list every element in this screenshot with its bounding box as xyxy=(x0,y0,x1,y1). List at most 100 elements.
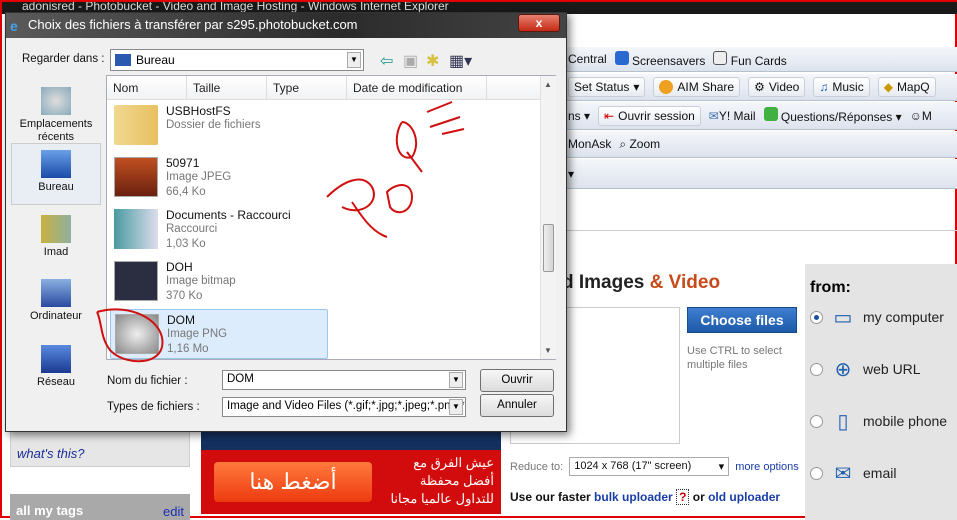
ad-click-button[interactable]: أضغط هنا xyxy=(214,462,372,502)
ie-logo-icon: e xyxy=(10,18,18,34)
toolbar-more[interactable]: ☺M xyxy=(910,109,932,123)
all-my-tags-header: all my tags edit xyxy=(10,494,190,520)
aim-share-button[interactable]: AIM Share xyxy=(653,77,741,97)
file-rows: USBHostFS Dossier de fichiers 50971 Image … xyxy=(107,101,540,359)
new-folder-icon[interactable]: ✱ xyxy=(426,51,439,71)
scrollbar-thumb[interactable] xyxy=(543,224,554,272)
laptop-icon: ▭ xyxy=(833,306,853,329)
jpeg-thumbnail xyxy=(114,157,158,197)
page-heading: d Images & Video xyxy=(562,272,721,293)
globe-icon: ⊕ xyxy=(834,358,852,381)
ask-toolbar: MonAsk ⌕ Zoom xyxy=(562,131,957,158)
cancel-button[interactable]: Annuler xyxy=(480,394,554,417)
open-button[interactable]: Ouvrir xyxy=(480,369,554,392)
column-date[interactable]: Date de modification xyxy=(347,76,487,99)
choose-files-button[interactable]: Choose files xyxy=(687,307,797,333)
filename-input[interactable]: DOM ▼ xyxy=(222,370,466,390)
view-menu-icon[interactable]: ▦▾ xyxy=(449,51,472,71)
video-button[interactable]: ⚙ Video xyxy=(748,77,806,97)
file-row[interactable]: Documents - Raccourci Raccourci 1,03 Ko xyxy=(110,205,328,255)
dialog-title: Choix des fichiers à transférer par s295… xyxy=(6,13,566,38)
filetype-select[interactable]: Image and Video Files (*.gif;*.jpg;*.jpe… xyxy=(222,397,466,417)
old-uploader-link[interactable]: old uploader xyxy=(708,490,780,504)
toolbar-link-fun-cards[interactable]: Fun Cards xyxy=(713,50,787,68)
radio-mobile-phone[interactable] xyxy=(810,414,823,428)
ad-text: عيش الفرق مع أفضل محفظة للتداول عالميا م… xyxy=(390,455,494,506)
back-arrow-icon[interactable]: ⇦ xyxy=(380,51,393,71)
links-toolbar: Central Screensavers Fun Cards xyxy=(562,47,957,72)
file-row-selected[interactable]: DOM Image PNG 1,16 Mo xyxy=(110,309,328,359)
look-in-label: Regarder dans : xyxy=(22,53,105,65)
envelope-icon: ✉ xyxy=(834,462,852,485)
film-reel-icon: ⚙ xyxy=(754,80,765,94)
network-icon xyxy=(41,345,71,373)
set-status-button[interactable]: Set Status ▾ xyxy=(568,77,646,97)
mobile-phone-icon: ▯ xyxy=(837,410,849,433)
uploader-options: Use our faster bulk uploader ? or old up… xyxy=(510,489,781,505)
sign-in-button[interactable]: ⇤ Ouvrir session xyxy=(598,105,701,126)
source-web-url[interactable]: ⊕ web URL xyxy=(810,358,921,381)
vertical-scrollbar[interactable]: ▲ ▼ xyxy=(540,76,556,359)
yahoo-toolbar: ns ▾ ⇤ Ouvrir session ✉Y! Mail Questions/… xyxy=(562,102,957,130)
close-button[interactable]: x xyxy=(518,14,560,32)
answers-button[interactable]: Questions/Réponses ▾ xyxy=(763,107,902,124)
file-open-dialog: Choix des fichiers à transférer par s295… xyxy=(5,12,567,432)
radio-my-computer[interactable] xyxy=(810,310,823,324)
recent-places-icon xyxy=(41,87,71,115)
place-network[interactable]: Réseau xyxy=(11,345,101,389)
column-name[interactable]: Nom xyxy=(107,76,187,99)
up-folder-icon[interactable]: ▣ xyxy=(403,51,418,71)
place-computer[interactable]: Ordinateur xyxy=(11,279,101,323)
ctrl-hint: Use CTRL to select multiple files xyxy=(687,345,782,371)
filetype-label: Types de fichiers : xyxy=(107,401,200,413)
toolbar-link-central[interactable]: Central xyxy=(568,52,607,66)
column-size[interactable]: Taille xyxy=(187,76,267,99)
file-row[interactable]: DOH Image bitmap 370 Ko xyxy=(110,257,328,307)
zoom-button[interactable]: ⌕ Zoom xyxy=(619,137,660,152)
reduce-select[interactable]: 1024 x 768 (17" screen) ▾ xyxy=(569,457,730,476)
place-user[interactable]: Imad xyxy=(11,215,101,259)
file-row[interactable]: USBHostFS Dossier de fichiers xyxy=(110,101,328,151)
monask-button[interactable]: MonAsk xyxy=(568,137,611,151)
yahoo-mail-button[interactable]: ✉Y! Mail xyxy=(709,109,756,123)
answers-icon xyxy=(763,107,778,121)
user-folder-icon xyxy=(41,215,71,243)
source-my-computer[interactable]: ▭ my computer xyxy=(810,306,944,329)
shortcut-icon xyxy=(114,209,158,249)
chevron-down-icon[interactable]: ▼ xyxy=(449,372,463,388)
computer-icon xyxy=(41,279,71,307)
divider xyxy=(562,230,957,231)
filename-label: Nom du fichier : xyxy=(107,375,188,387)
file-list: Nom Taille Type Date de modification USB… xyxy=(106,75,556,360)
place-desktop[interactable]: Bureau xyxy=(11,143,101,205)
radio-email[interactable] xyxy=(810,466,823,480)
music-button[interactable]: ♫ Music xyxy=(813,77,870,97)
aim-toolbar: Set Status ▾ AIM Share ⚙ Video ♫ Music ◆ Ma… xyxy=(562,74,957,101)
chevron-down-icon[interactable]: ▼ xyxy=(449,399,463,415)
smiley-icon: ☺ xyxy=(909,108,922,123)
toolbar-menu-ns[interactable]: ns ▾ xyxy=(568,109,590,123)
toolbar-row: ▾ xyxy=(562,159,957,189)
look-in-combo[interactable]: Bureau ▼ xyxy=(110,49,364,71)
source-mobile-phone[interactable]: ▯ mobile phone xyxy=(810,410,947,433)
mapquest-button[interactable]: ◆ MapQ xyxy=(877,77,936,97)
help-icon[interactable]: ? xyxy=(676,489,690,505)
scroll-up-icon[interactable]: ▲ xyxy=(544,80,552,89)
column-type[interactable]: Type xyxy=(267,76,347,99)
desktop-icon xyxy=(115,54,131,66)
png-thumbnail xyxy=(115,314,159,354)
whats-this-link[interactable]: what's this? xyxy=(17,446,85,461)
file-row[interactable]: 50971 Image JPEG 66,4 Ko xyxy=(110,153,328,203)
source-email[interactable]: ✉ email xyxy=(810,462,896,485)
more-options-link[interactable]: more options xyxy=(735,461,799,473)
map-sign-icon: ◆ xyxy=(883,80,893,94)
scroll-down-icon[interactable]: ▼ xyxy=(544,346,552,355)
radio-web-url[interactable] xyxy=(810,362,823,376)
chevron-down-icon[interactable]: ▼ xyxy=(347,52,361,68)
reduce-row: Reduce to: 1024 x 768 (17" screen) ▾ more… xyxy=(510,457,799,476)
place-recent[interactable]: Emplacements récents xyxy=(11,87,101,144)
bulk-uploader-link[interactable]: bulk uploader xyxy=(594,490,673,504)
edit-tags-link[interactable]: edit xyxy=(163,504,184,519)
toolbar-link-screensavers[interactable]: Screensavers xyxy=(614,50,705,68)
chevron-down-icon[interactable]: ▾ xyxy=(568,167,574,181)
